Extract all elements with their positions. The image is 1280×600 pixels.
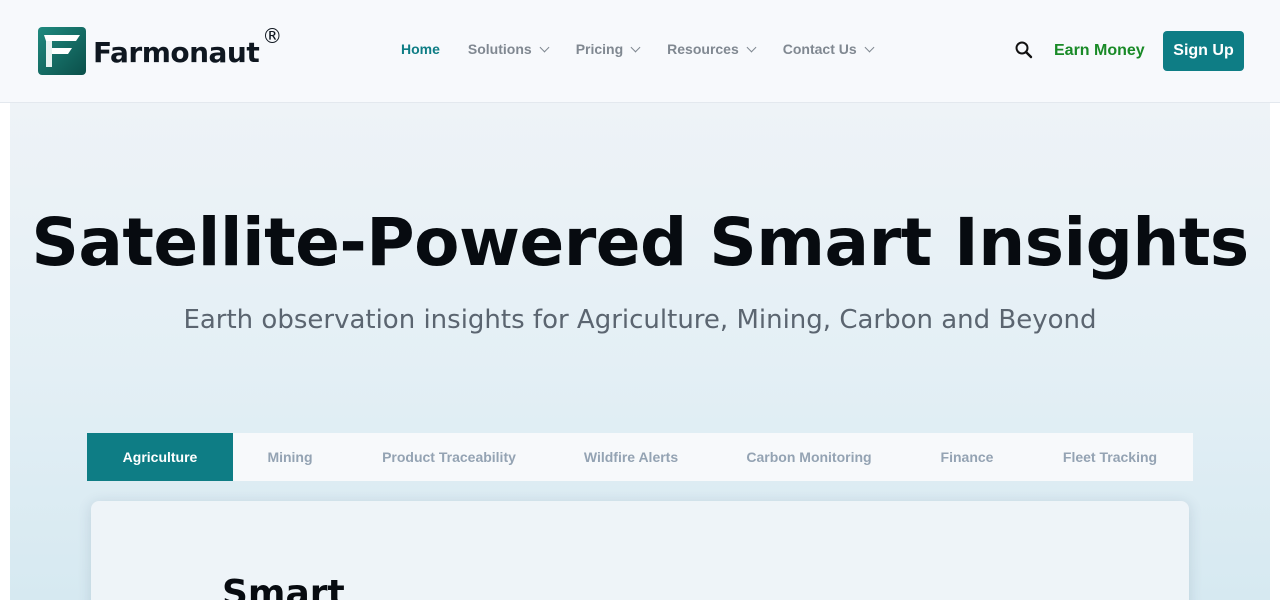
earn-money-link[interactable]: Earn Money [1054,42,1145,60]
hero-subtitle: Earth observation insights for Agricultu… [183,305,1097,335]
tab-product-traceability[interactable]: Product Traceability [347,433,551,481]
card-title: Smart [222,573,345,600]
nav-pricing-label: Pricing [575,41,624,57]
nav-solutions-label: Solutions [467,41,532,57]
content-card: Smart [91,501,1189,600]
chevron-down-icon [864,42,875,52]
nav-contact-us-label: Contact Us [782,41,857,57]
tab-finance[interactable]: Finance [907,433,1027,481]
tab-mining[interactable]: Mining [233,433,347,481]
registered-mark: ® [262,24,283,48]
hero-title: Satellite-Powered Smart Insights [31,204,1249,281]
sign-up-button[interactable]: Sign Up [1163,31,1244,71]
tab-fleet-tracking[interactable]: Fleet Tracking [1027,433,1193,481]
logo-name: Farmonaut [93,36,260,69]
industry-tabs: Agriculture Mining Product Traceability … [87,433,1193,481]
chevron-down-icon [539,42,550,52]
main-nav: Home Solutions Pricing Resources Contact… [401,41,875,57]
search-icon[interactable] [1014,40,1034,60]
farmonaut-f-icon [38,27,86,75]
chevron-down-icon [746,42,757,52]
nav-resources[interactable]: Resources [667,41,757,57]
nav-contact-us[interactable]: Contact Us [782,41,875,57]
tab-carbon-monitoring[interactable]: Carbon Monitoring [711,433,907,481]
tab-agriculture[interactable]: Agriculture [87,433,233,481]
nav-resources-label: Resources [667,41,739,57]
chevron-down-icon [630,42,641,52]
top-navigation-bar: Farmonaut ® Home Solutions Pricing Resou… [0,0,1280,103]
nav-pricing[interactable]: Pricing [575,41,641,57]
nav-home[interactable]: Home [401,41,440,57]
nav-home-label: Home [401,41,440,57]
logo[interactable]: Farmonaut ® [38,24,283,75]
nav-solutions[interactable]: Solutions [467,41,550,57]
tab-wildfire-alerts[interactable]: Wildfire Alerts [551,433,711,481]
